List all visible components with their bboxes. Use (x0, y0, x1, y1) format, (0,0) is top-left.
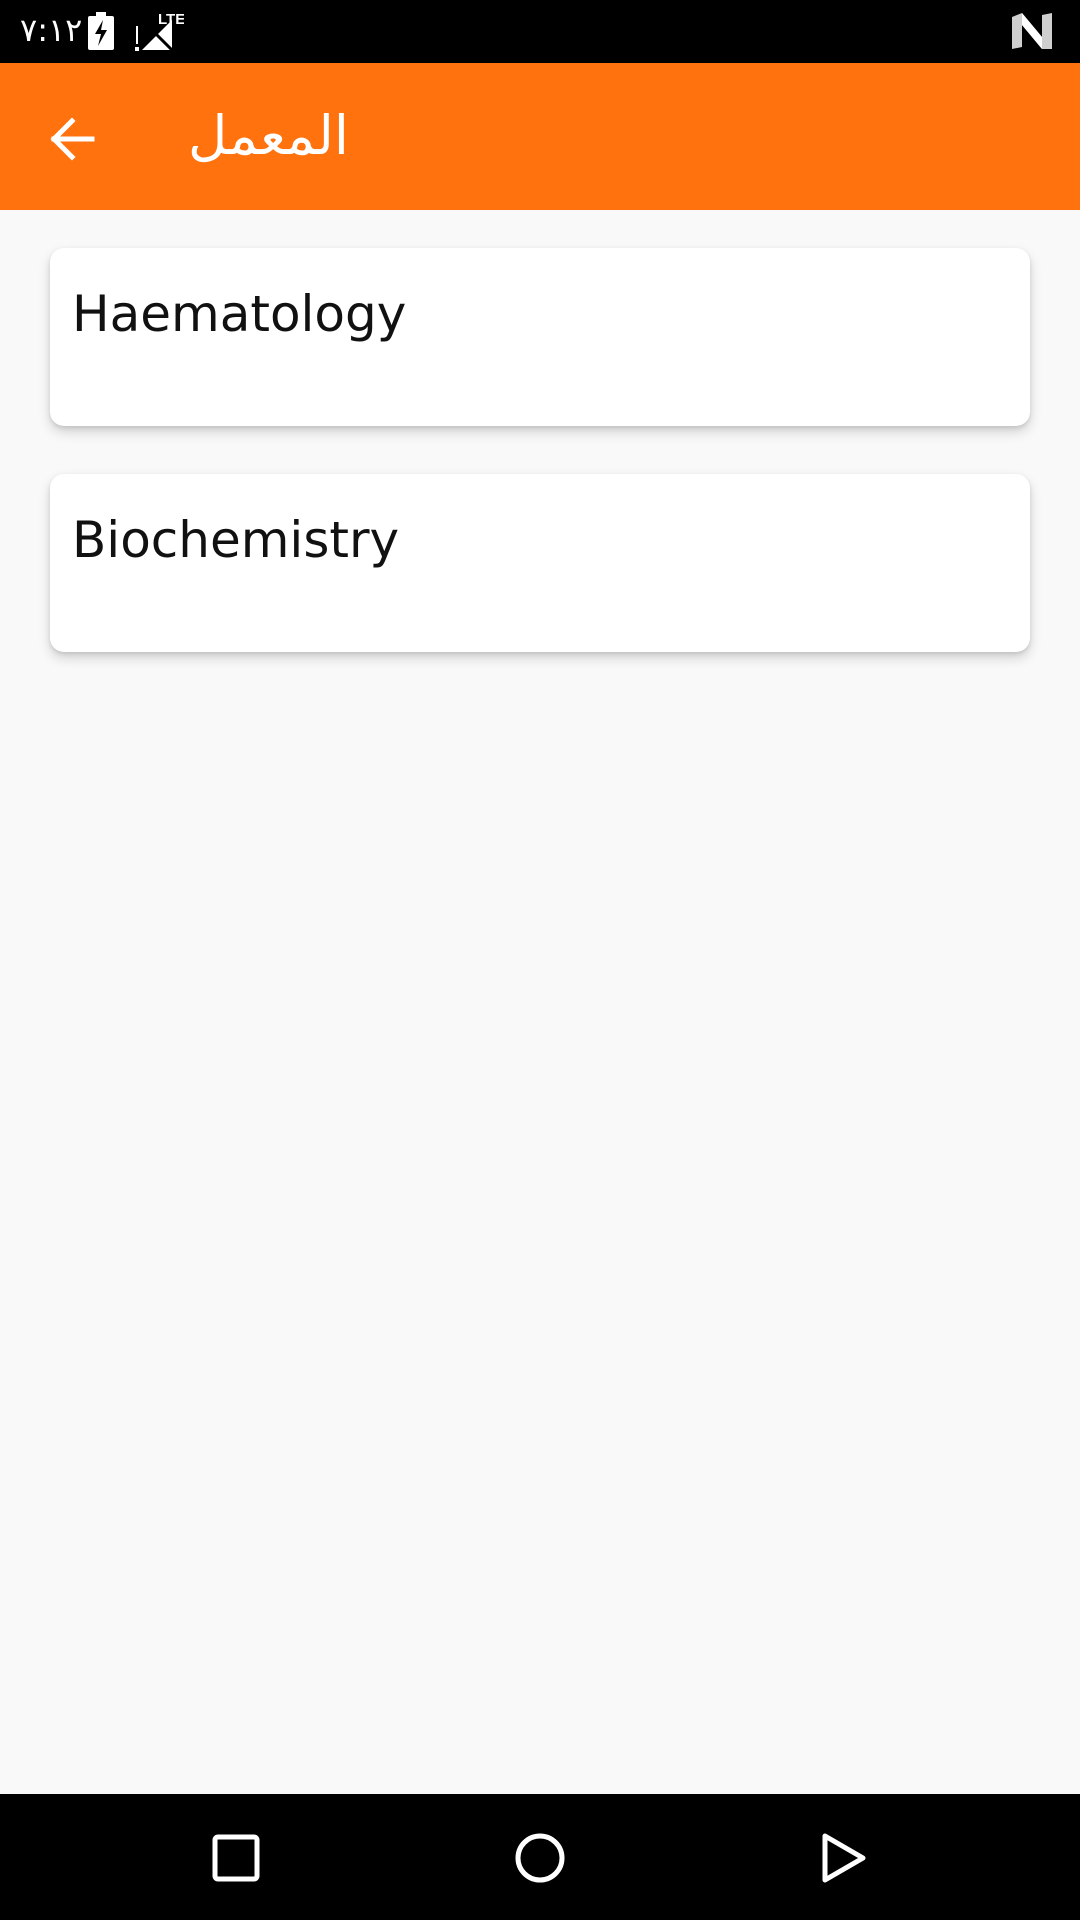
home-button[interactable] (500, 1818, 580, 1898)
network-type-label: LTE (158, 11, 184, 28)
status-bar: ٧:١٢ LTE (0, 0, 1080, 63)
back-triangle-icon (822, 1833, 866, 1883)
app-bar: المعمل (0, 63, 1080, 210)
arrow-back-icon (50, 117, 95, 161)
home-circle-icon (515, 1833, 565, 1883)
n-notification-icon (1012, 13, 1052, 49)
list-item-haematology[interactable]: Haematology (50, 248, 1030, 426)
page-title: المعمل (188, 104, 349, 167)
recents-button[interactable] (196, 1818, 276, 1898)
back-button[interactable] (36, 108, 108, 170)
list-item-label: Haematology (72, 285, 407, 343)
list-item-biochemistry[interactable]: Biochemistry (50, 474, 1030, 652)
system-back-button[interactable] (804, 1818, 884, 1898)
battery-charging-icon (88, 12, 114, 50)
recents-square-icon (212, 1834, 260, 1882)
cell-signal-icon: LTE (134, 10, 184, 52)
list-item-label: Biochemistry (72, 511, 400, 569)
navigation-bar (0, 1794, 1080, 1920)
status-time: ٧:١٢ (20, 11, 83, 49)
